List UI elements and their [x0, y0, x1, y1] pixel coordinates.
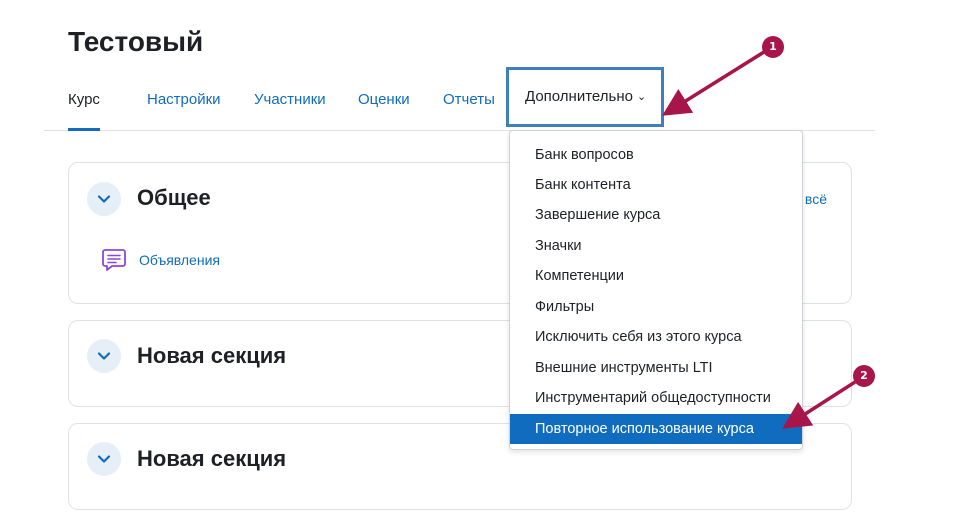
activity-item[interactable]: Объявления: [101, 247, 220, 273]
menu-item-lti-tools[interactable]: Внешние инструменты LTI: [510, 353, 802, 383]
more-dropdown-menu: Банк вопросов Банк контента Завершение к…: [509, 130, 803, 450]
menu-item-course-completion[interactable]: Завершение курса: [510, 200, 802, 230]
menu-item-content-bank[interactable]: Банк контента: [510, 170, 802, 200]
tab-course[interactable]: Курс: [68, 72, 100, 131]
menu-item-course-reuse[interactable]: Повторное использование курса: [510, 414, 802, 444]
tab-grades[interactable]: Оценки: [358, 72, 410, 130]
section-title: Общее: [137, 185, 211, 210]
chevron-down-icon: ⌄: [636, 91, 647, 103]
chevron-down-icon: [97, 195, 111, 203]
section-toggle-button[interactable]: [87, 339, 121, 373]
page-title: Тестовый: [68, 26, 204, 57]
expand-all-link[interactable]: всё: [805, 191, 827, 207]
menu-item-badges[interactable]: Значки: [510, 231, 802, 261]
activity-label: Объявления: [139, 252, 220, 268]
tab-more[interactable]: Дополнительно ⌄: [506, 67, 664, 127]
section-title: Новая секция: [137, 446, 287, 471]
chevron-down-icon: [97, 352, 111, 360]
section-toggle-button[interactable]: [87, 182, 121, 216]
course-nav: Курс Настройки Участники Оценки Отчеты Д…: [44, 67, 875, 131]
section-toggle-button[interactable]: [87, 442, 121, 476]
annotation-badge-1: 1: [762, 36, 784, 58]
menu-item-filters[interactable]: Фильтры: [510, 292, 802, 322]
chevron-down-icon: [97, 455, 111, 463]
forum-icon: [102, 249, 126, 271]
annotation-badge-2: 2: [853, 365, 875, 387]
tab-settings[interactable]: Настройки: [147, 72, 221, 130]
menu-item-unenrol[interactable]: Исключить себя из этого курса: [510, 322, 802, 352]
menu-item-question-bank[interactable]: Банк вопросов: [510, 140, 802, 170]
menu-item-accessibility-toolkit[interactable]: Инструментарий общедоступности: [510, 383, 802, 413]
menu-item-competencies[interactable]: Компетенции: [510, 261, 802, 291]
section-title: Новая секция: [137, 343, 287, 368]
tab-reports[interactable]: Отчеты: [443, 72, 495, 130]
tab-participants[interactable]: Участники: [254, 72, 326, 130]
tab-more-label: Дополнительно: [525, 88, 633, 105]
